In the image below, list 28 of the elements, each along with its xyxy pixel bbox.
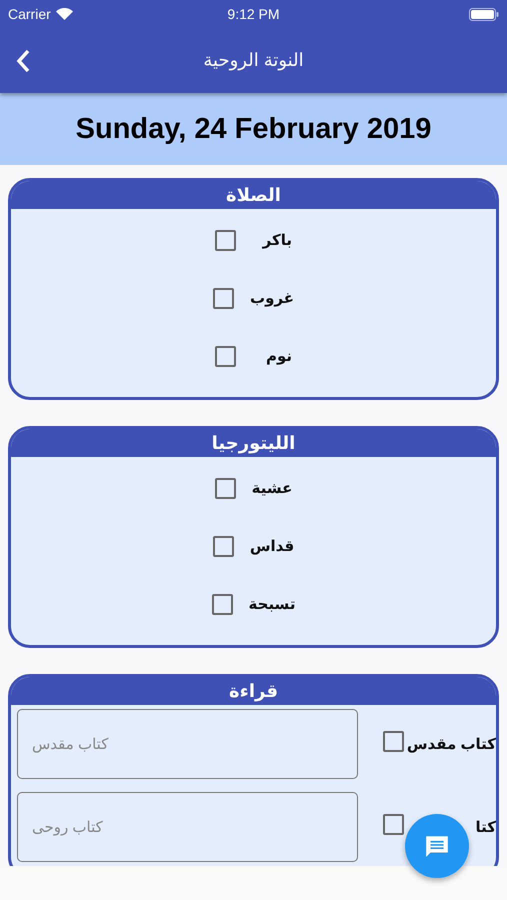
checkbox[interactable] xyxy=(215,230,236,250)
checkbox-label: باكر xyxy=(261,231,292,249)
checkbox-label: قداس xyxy=(250,537,294,555)
checkbox[interactable] xyxy=(212,536,234,556)
date-heading: Sunday, 24 February 2019 xyxy=(76,112,432,146)
checkbox[interactable] xyxy=(214,478,236,498)
section-title: الليتورجيا xyxy=(212,432,296,454)
screen-title: النوتة الروحية xyxy=(203,50,304,71)
battery-icon xyxy=(468,8,499,20)
input-field[interactable]: كتاب روحى xyxy=(17,792,358,862)
checkbox-label: عشية xyxy=(252,479,292,497)
checkbox[interactable] xyxy=(215,346,236,366)
wifi-icon xyxy=(56,8,73,20)
checkbox-label: كتاب مقدس xyxy=(406,735,496,753)
section-title: قراءة xyxy=(229,680,278,702)
section-title: الصلاة xyxy=(226,184,281,206)
checkbox[interactable] xyxy=(213,288,234,308)
checkbox[interactable] xyxy=(212,594,233,614)
checkbox-label: نوم xyxy=(264,347,292,365)
checkbox[interactable] xyxy=(383,731,404,752)
checkbox-label: غروب xyxy=(250,289,294,307)
carrier-label: Carrier xyxy=(8,6,51,22)
checkbox-label: تسبحة xyxy=(248,595,296,613)
input-field[interactable]: كتاب مقدس xyxy=(17,709,358,779)
checkbox[interactable] xyxy=(383,814,404,835)
chevron-left-icon xyxy=(16,48,30,72)
checkbox-label: كتا xyxy=(476,818,496,836)
status-time: 9:12 PM xyxy=(227,6,280,22)
